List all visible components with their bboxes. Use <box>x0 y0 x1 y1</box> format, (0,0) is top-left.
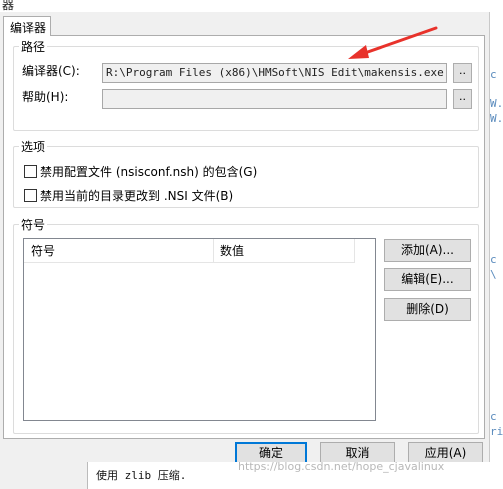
compiler-path-label: 编译器(C): <box>22 64 80 78</box>
red-arrow-annotation <box>348 26 438 59</box>
edit-symbol-button[interactable]: 编辑(E)... <box>384 268 471 291</box>
help-path-input[interactable] <box>102 89 447 109</box>
compiler-settings-dialog: 编译器 路径 编译器(C): R:\Program Files (x86)\HM… <box>0 12 490 489</box>
screen: 器 c W. W. c \ c ri 编译器 路径 编译器(C): R:\Pro… <box>0 0 503 489</box>
bg-code-fragment: c <box>490 68 497 81</box>
symbols-list-header: 符号 数值 <box>24 239 355 263</box>
bg-code-fragment: W. <box>490 112 503 125</box>
bg-code-fragment: ri <box>490 425 503 438</box>
tab-compiler[interactable]: 编译器 <box>3 16 51 36</box>
help-path-label: 帮助(H): <box>22 90 69 104</box>
disable-dir-change-checkbox[interactable] <box>24 189 37 202</box>
bg-code-fragment: \ <box>490 268 497 281</box>
tab-compiler-label: 编译器 <box>10 21 47 35</box>
add-symbol-button[interactable]: 添加(A)... <box>384 239 471 262</box>
bg-code-fragment: c <box>490 253 497 266</box>
disable-nsisconf-checkbox[interactable] <box>24 165 37 178</box>
column-separator[interactable] <box>213 239 214 263</box>
background-output-text: 使用 zlib 压缩. <box>96 469 187 482</box>
column-header-value[interactable]: 数值 <box>220 239 244 263</box>
compiler-path-input[interactable]: R:\Program Files (x86)\HMSoft\NIS Edit\m… <box>102 63 447 83</box>
column-header-symbol[interactable]: 符号 <box>31 239 55 263</box>
symbols-list[interactable]: 符号 数值 <box>23 238 376 421</box>
bg-code-fragment: c <box>490 410 497 423</box>
background-window-title: 器 <box>0 0 503 12</box>
tab-panel: 路径 编译器(C): R:\Program Files (x86)\HMSoft… <box>3 35 485 439</box>
help-browse-button[interactable]: .. <box>453 89 472 109</box>
options-group: 选项 禁用配置文件 (nsisconf.nsh) 的包含(G) 禁用当前的目录更… <box>13 138 479 208</box>
delete-symbol-button[interactable]: 删除(D) <box>384 298 471 321</box>
symbols-group-title: 符号 <box>19 216 48 233</box>
symbols-group: 符号 符号 数值 添加(A)... 编辑(E)... 删除(D) <box>13 216 479 434</box>
watermark-text: https://blog.csdn.net/hope_cjavalinux <box>238 460 445 473</box>
background-code-strip: c W. W. c \ c ri <box>490 20 503 438</box>
bg-code-fragment: W. <box>490 97 503 110</box>
path-group-title: 路径 <box>19 38 48 55</box>
disable-nsisconf-label: 禁用配置文件 (nsisconf.nsh) 的包含(G) <box>40 165 258 179</box>
compiler-browse-button[interactable]: .. <box>453 63 472 83</box>
options-group-title: 选项 <box>19 138 48 155</box>
disable-dir-change-label: 禁用当前的目录更改到 .NSI 文件(B) <box>40 189 234 203</box>
column-separator[interactable] <box>354 239 355 263</box>
